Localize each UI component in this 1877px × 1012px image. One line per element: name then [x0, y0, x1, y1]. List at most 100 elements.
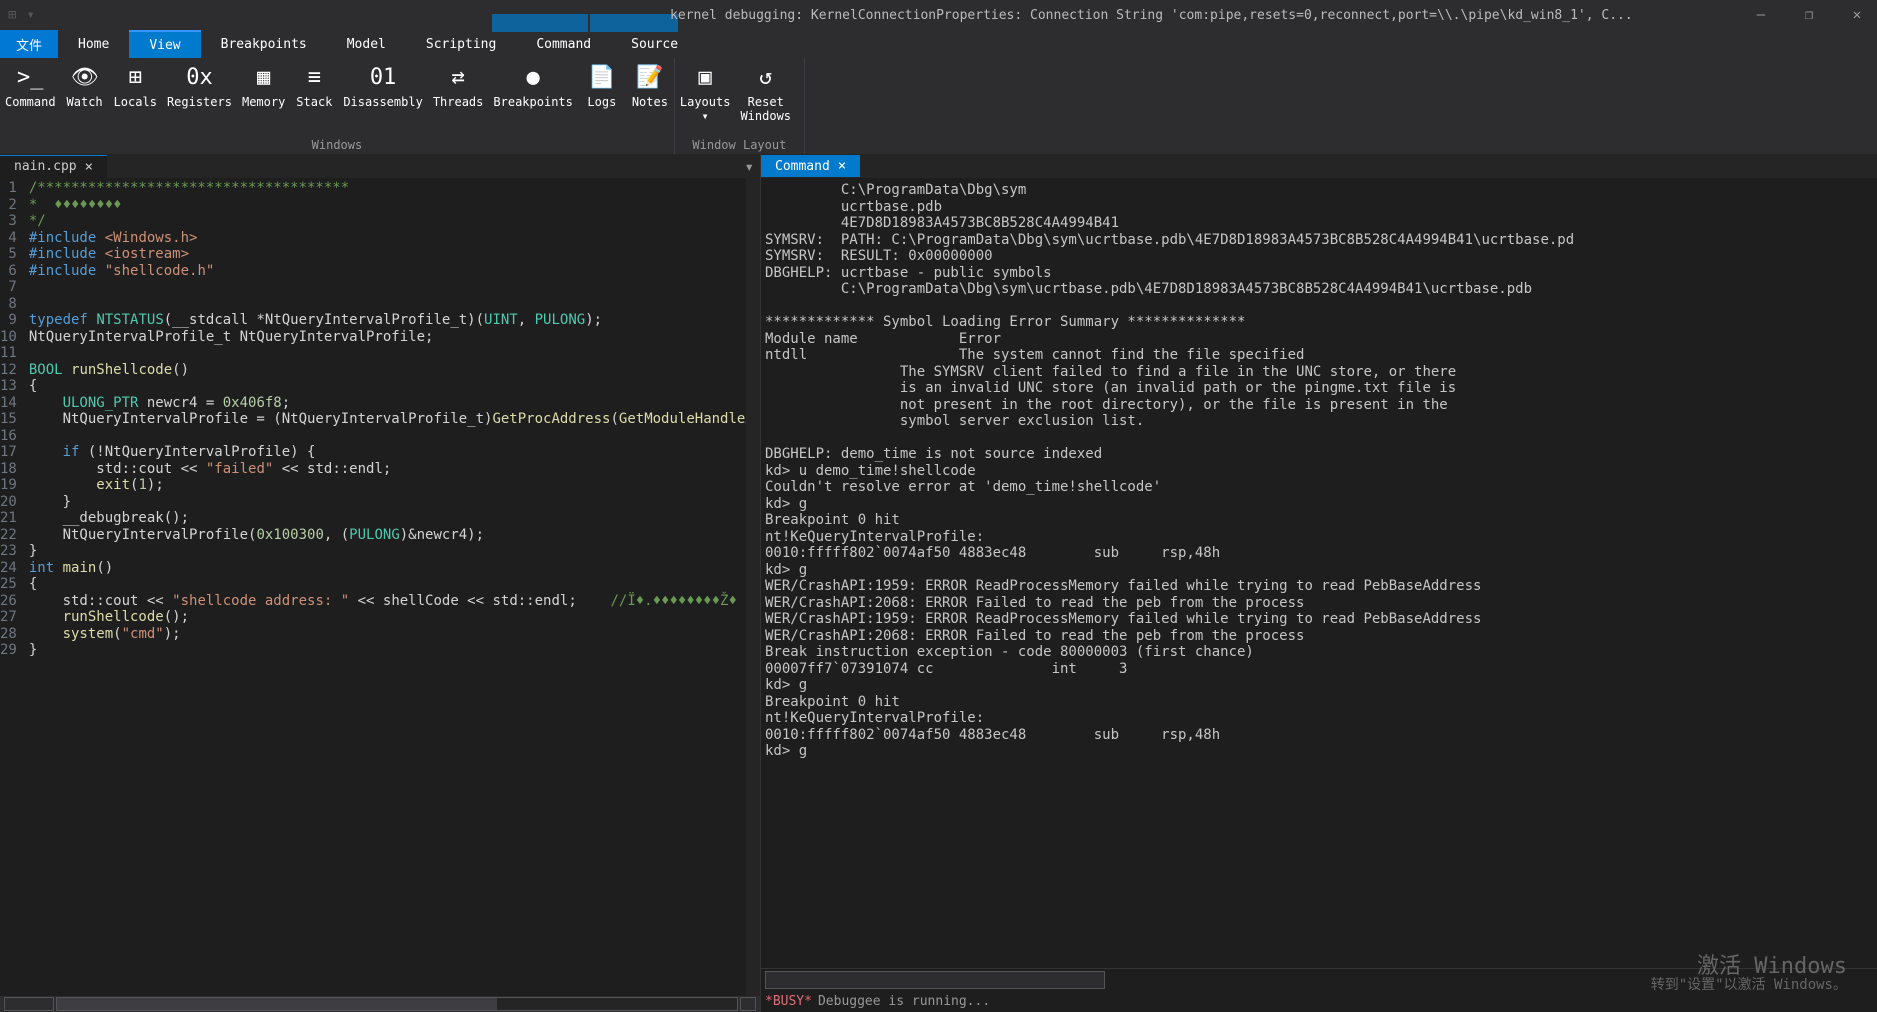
tab-breakpoints[interactable]: Breakpoints [201, 30, 327, 58]
code-line[interactable]: #include "shellcode.h" [29, 263, 760, 280]
ribbon-body: >_ Command 👁 Watch ⊞Locals 0x Registers ▦Memory… [0, 58, 1877, 154]
command-tab-label: Command [775, 159, 830, 174]
notes-icon: 📝 [636, 62, 663, 92]
ribbon-btn-label: Layouts▾ [680, 95, 731, 123]
command-input[interactable] [765, 971, 1105, 989]
ribbon-btn-label: Command [5, 95, 56, 109]
ribbon-btn-label: Registers [167, 95, 232, 109]
ribbon-btn-label: Locals [114, 95, 157, 109]
source-file-name: nain.cpp [14, 159, 77, 174]
command-pane: Command × C:\ProgramData\Dbg\sym ucrtbas… [760, 154, 1877, 1012]
window-title: kernel debugging: KernelConnectionProper… [670, 8, 1633, 23]
source-file-tab[interactable]: nain.cpp × [0, 155, 107, 178]
code-line[interactable]: * ♦♦♦♦♦♦♦♦ [29, 197, 760, 214]
command-highlight [492, 14, 588, 32]
disassembly-icon: 01 [370, 62, 397, 92]
source-pane: nain.cpp × ▾ 123456789101112131415161718… [0, 154, 760, 1012]
ribbon-btn-label: Logs [587, 95, 616, 109]
code-line[interactable] [29, 279, 760, 296]
code-line[interactable]: exit(1); [29, 477, 760, 494]
code-line[interactable]: */ [29, 213, 760, 230]
ribbon-logs-button[interactable]: 📄 Logs [578, 58, 626, 136]
ribbon-locals-button[interactable]: ⊞Locals [109, 58, 162, 136]
ribbon-btn-label: Memory [242, 95, 285, 109]
code-line[interactable]: { [29, 378, 760, 395]
line-numbers: 1234567891011121314151617181920212223242… [0, 178, 25, 996]
command-icon: >_ [17, 62, 44, 92]
ribbon-btn-label: Stack [296, 95, 332, 109]
ribbon-layouts-button[interactable]: ▣ Layouts▾ [675, 58, 736, 136]
code-line[interactable] [29, 296, 760, 313]
code-line[interactable]: if (!NtQueryIntervalProfile) { [29, 444, 760, 461]
close-icon[interactable]: × [838, 158, 846, 174]
ribbon-btn-label: Watch [67, 95, 103, 109]
maximize-button[interactable]: ❐ [1795, 4, 1823, 26]
code-line[interactable]: BOOL runShellcode() [29, 362, 760, 379]
code-line[interactable]: } [29, 494, 760, 511]
code-line[interactable]: __debugbreak(); [29, 510, 760, 527]
scroll-thumb[interactable] [57, 998, 497, 1010]
code-line[interactable]: int main() [29, 560, 760, 577]
code-line[interactable] [29, 428, 760, 445]
ribbon-disassembly-button[interactable]: 01Disassembly [338, 58, 427, 136]
horizontal-scrollbar[interactable] [0, 996, 760, 1012]
command-tab[interactable]: Command × [761, 155, 860, 177]
tab-command[interactable]: Command [516, 30, 611, 58]
code-editor[interactable]: 1234567891011121314151617181920212223242… [0, 178, 760, 996]
registers-icon: 0x [186, 62, 213, 92]
ribbon-btn-label: ResetWindows [740, 95, 791, 123]
app-icon: ⊞ [8, 7, 16, 23]
status-busy: *BUSY* [765, 994, 812, 1009]
ribbon-breakpoints-button[interactable]: ● Breakpoints [488, 58, 577, 136]
ribbon-notes-button[interactable]: 📝Notes [626, 58, 674, 136]
code-line[interactable]: #include <iostream> [29, 246, 760, 263]
code-line[interactable] [29, 345, 760, 362]
code-line[interactable]: typedef NTSTATUS(__stdcall *NtQueryInter… [29, 312, 760, 329]
code-line[interactable]: runShellcode(); [29, 609, 760, 626]
ribbon-command-button[interactable]: >_ Command [0, 58, 61, 136]
ribbon-threads-button[interactable]: ⇄Threads [428, 58, 489, 136]
tab-view[interactable]: View [129, 30, 200, 58]
ribbon-watch-button[interactable]: 👁 Watch [61, 58, 109, 136]
code-line[interactable]: ULONG_PTR newcr4 = 0x406f8; [29, 395, 760, 412]
tab-home[interactable]: Home [58, 30, 129, 58]
group-layout: Window Layout [675, 136, 804, 154]
ribbon-btn-label: Breakpoints [493, 95, 572, 109]
logs-icon: 📄 [588, 62, 615, 92]
code-line[interactable]: /************************************* [29, 180, 760, 197]
tab-scripting[interactable]: Scripting [406, 30, 516, 58]
tab-source[interactable]: Source [611, 30, 698, 58]
scroll-right-btn[interactable] [740, 997, 756, 1011]
breakpoints-icon: ● [527, 62, 540, 92]
command-output[interactable]: C:\ProgramData\Dbg\sym ucrtbase.pdb 4E7D… [761, 178, 1877, 968]
stack-icon: ≡ [308, 62, 321, 92]
code-line[interactable]: { [29, 576, 760, 593]
vertical-scrollbar[interactable] [746, 178, 760, 996]
code-line[interactable]: #include <Windows.h> [29, 230, 760, 247]
status-message: Debuggee is running... [818, 994, 990, 1009]
tab-model[interactable]: Model [327, 30, 406, 58]
scroll-left-btn[interactable] [4, 997, 54, 1011]
code-line[interactable]: } [29, 543, 760, 560]
watch-icon: 👁 [71, 62, 99, 92]
close-button[interactable]: ✕ [1843, 4, 1871, 26]
ribbon-registers-button[interactable]: 0x Registers [162, 58, 237, 136]
close-icon[interactable]: × [85, 159, 93, 175]
code-line[interactable]: NtQueryIntervalProfile = (NtQueryInterva… [29, 411, 760, 428]
code-line[interactable]: system("cmd"); [29, 626, 760, 643]
dropdown-icon[interactable]: ▾ [26, 7, 34, 23]
ribbon-memory-button[interactable]: ▦Memory [237, 58, 290, 136]
ribbon-reset-windows-button[interactable]: ↺ResetWindows [735, 58, 796, 136]
group-windows: Windows [0, 136, 674, 154]
ribbon-stack-button[interactable]: ≡ Stack [290, 58, 338, 136]
file-menu[interactable]: 文件 [0, 30, 58, 58]
minimize-button[interactable]: — [1747, 4, 1775, 26]
layouts-icon: ▣ [699, 62, 712, 92]
code-line[interactable]: std::cout << "failed" << std::endl; [29, 461, 760, 478]
code-line[interactable]: NtQueryIntervalProfile_t NtQueryInterval… [29, 329, 760, 346]
code-line[interactable]: } [29, 642, 760, 659]
code-line[interactable]: NtQueryIntervalProfile(0x100300, (PULONG… [29, 527, 760, 544]
titlebar: ⊞ ▾ kernel debugging: KernelConnectionPr… [0, 0, 1877, 30]
code-line[interactable]: std::cout << "shellcode address: " << sh… [29, 593, 760, 610]
pin-icon[interactable]: ▾ [738, 157, 760, 176]
